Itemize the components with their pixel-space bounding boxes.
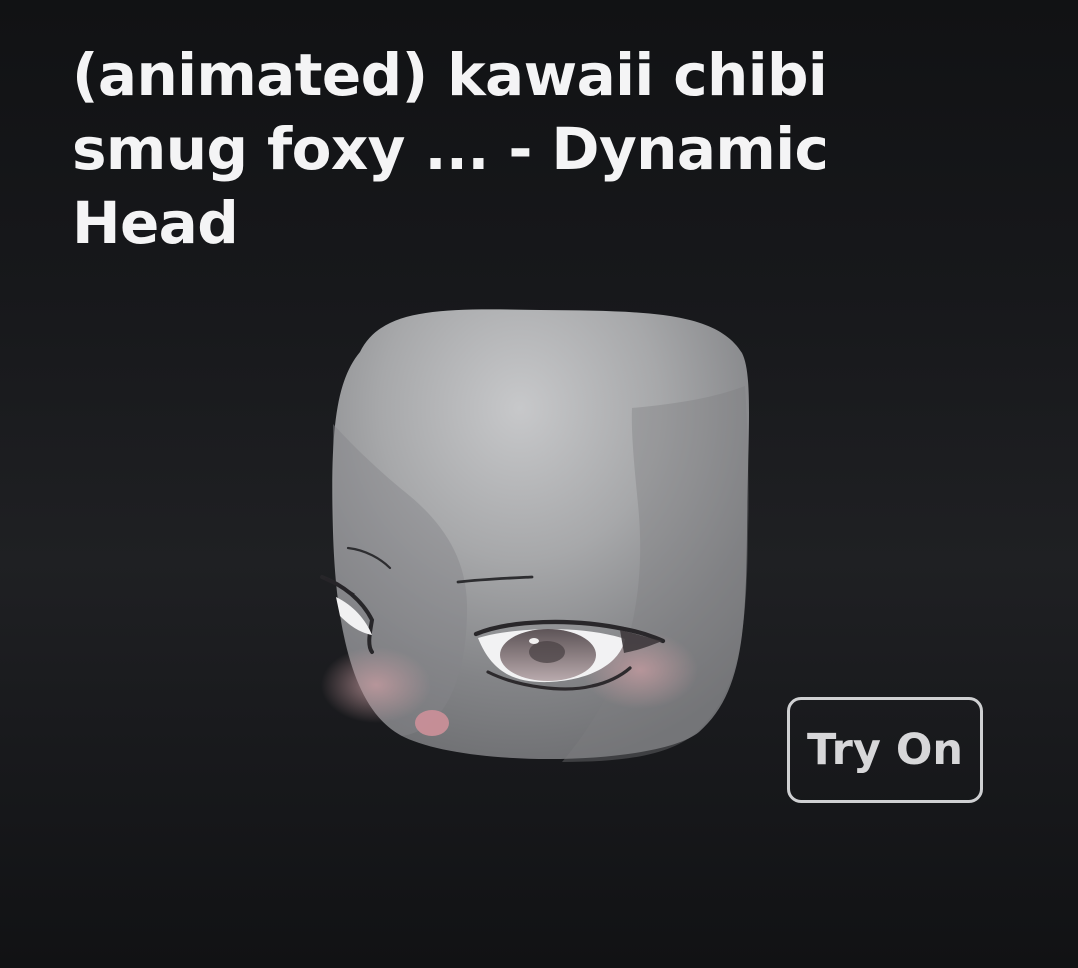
item-title: (animated) kawaii chibi smug foxy ... - … bbox=[72, 41, 829, 257]
right-eye-pupil bbox=[529, 641, 565, 663]
try-on-button[interactable]: Try On bbox=[787, 697, 983, 803]
mouth bbox=[415, 710, 449, 736]
dynamic-head-preview[interactable] bbox=[290, 280, 790, 800]
left-cheek-blush bbox=[321, 647, 431, 723]
item-detail-page: (animated) kawaii chibi smug foxy ... - … bbox=[0, 0, 1078, 968]
head-model-image bbox=[320, 309, 749, 762]
right-eye-highlight bbox=[529, 638, 539, 644]
